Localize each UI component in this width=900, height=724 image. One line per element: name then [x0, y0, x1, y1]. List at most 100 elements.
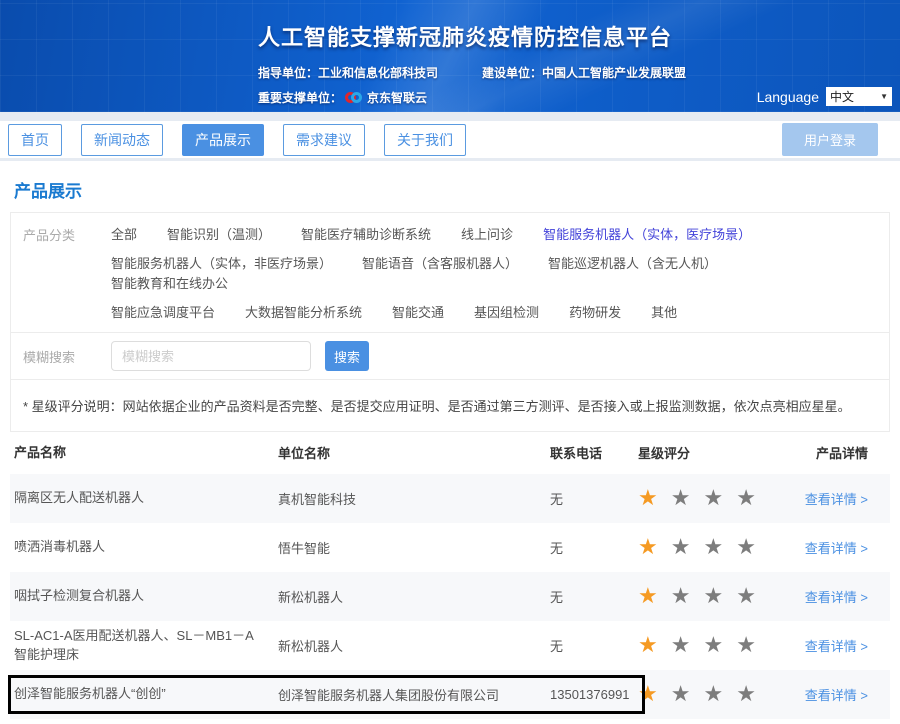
star-icon: ★ [736, 487, 756, 509]
category-option[interactable]: 基因组检测 [474, 305, 539, 320]
category-line: 智能应急调度平台 大数据智能分析系统 智能交通 基因组检测 药物研发 其他 [111, 302, 889, 322]
category-option[interactable]: 智能巡逻机器人（含无人机） [548, 256, 717, 271]
filter-panel: 产品分类 全部智能识别（温测）智能医疗辅助诊断系统线上问诊智能服务机器人（实体，… [10, 212, 890, 432]
star-icon: ★ [736, 585, 756, 607]
category-option[interactable]: 其他 [651, 305, 677, 320]
star-icon: ★ [671, 487, 691, 509]
category-option[interactable]: 智能应急调度平台 [111, 305, 215, 320]
detail-cell: 查看详情 > [790, 489, 890, 508]
top-banner: 人工智能支撑新冠肺炎疫情防控信息平台 指导单位：工业和信息化部科技司 建设单位：… [0, 0, 900, 112]
star-icon: ★ [671, 634, 691, 656]
company-name-cell: 创泽智能服务机器人集团股份有限公司 [270, 685, 532, 704]
nav-tab[interactable]: 新闻动态 [81, 124, 163, 156]
main-nav: 首页新闻动态产品展示需求建议关于我们 用户登录 [0, 121, 900, 161]
nav-tab[interactable]: 产品展示 [182, 124, 264, 156]
search-button[interactable]: 搜索 [325, 341, 369, 371]
header-phone: 联系电话 [532, 443, 630, 463]
site-title: 人工智能支撑新冠肺炎疫情防控信息平台 [258, 20, 686, 52]
nav-tabs: 首页新闻动态产品展示需求建议关于我们 [8, 124, 485, 156]
category-options: 全部 智能识别（温测） 智能医疗辅助诊断系统 线上问诊 智能服务机器人（实体，医疗场景）… [111, 221, 889, 324]
table-row: 普渡科技智能递送机器人深圳普渡科技公司13418618500★★★★查看详情 > [10, 719, 890, 724]
build-unit: 建设单位：中国人工智能产业发展联盟 [482, 64, 686, 81]
category-option[interactable]: 智能识别（温测） [167, 227, 271, 242]
view-details-link[interactable]: 查看详情 > [805, 590, 868, 605]
category-option[interactable]: 智能交通 [392, 305, 444, 320]
category-option[interactable]: 智能服务机器人（实体，医疗场景） [543, 227, 751, 242]
header-star-rating: 星级评分 [630, 443, 790, 463]
star-rating: ★★★★ [630, 585, 790, 607]
search-label: 模糊搜索 [11, 347, 111, 366]
language-select[interactable]: 中文 ▼ [826, 87, 892, 106]
phone-cell: 无 [532, 489, 630, 508]
company-name-cell: 悟牛智能 [270, 538, 532, 557]
language-value: 中文 [830, 88, 854, 105]
detail-cell: 查看详情 > [790, 636, 890, 655]
jd-cloud-logo-icon [345, 92, 362, 103]
detail-cell: 查看详情 > [790, 587, 890, 606]
header-company-name: 单位名称 [270, 443, 532, 463]
star-icon: ★ [638, 585, 658, 607]
divider [0, 112, 900, 121]
star-icon: ★ [638, 536, 658, 558]
header-product-detail: 产品详情 [790, 443, 890, 463]
phone-cell: 13501376991 [532, 687, 630, 702]
table-row: 咽拭子检测复合机器人新松机器人无★★★★查看详情 > [10, 572, 890, 621]
table-row: 隔离区无人配送机器人真机智能科技无 ★ ★ ★ ★ 查看详情 > [10, 474, 890, 523]
star-icon: ★ [703, 536, 723, 558]
category-option[interactable]: 大数据智能分析系统 [245, 305, 362, 320]
star-icon: ★ [736, 634, 756, 656]
star-rating: ★ ★ ★ ★ [630, 536, 790, 558]
table-row: SL-AC1-A医用配送机器人、SL－MB1－A智能护理床新松机器人无★★★★查… [10, 621, 890, 670]
phone-cell: 无 [532, 538, 630, 557]
category-option[interactable]: 药物研发 [569, 305, 621, 320]
nav-tab[interactable]: 首页 [8, 124, 62, 156]
search-input[interactable] [111, 341, 311, 371]
category-option[interactable]: 智能教育和在线办公 [111, 276, 228, 291]
view-details-link[interactable]: 查看详情 > [805, 639, 868, 654]
table-header: 产品名称 单位名称 联系电话 星级评分 产品详情 [10, 432, 890, 474]
header-product-name: 产品名称 [10, 443, 270, 463]
star-icon: ★ [703, 634, 723, 656]
star-icon: ★ [736, 536, 756, 558]
nav-tab[interactable]: 关于我们 [384, 124, 466, 156]
star-icon: ★ [671, 585, 691, 607]
detail-cell: 查看详情 > [790, 538, 890, 557]
star-icon: ★ [703, 487, 723, 509]
rating-note: * 星级评分说明：网站依据企业的产品资料是否完整、是否提交应用证明、是否通过第三… [11, 388, 863, 423]
star-rating: ★ ★ ★ ★ [630, 634, 790, 656]
star-icon: ★ [638, 683, 658, 705]
view-details-link[interactable]: 查看详情 > [805, 688, 868, 703]
nav-tab[interactable]: 需求建议 [283, 124, 365, 156]
product-name-cell: SL-AC1-A医用配送机器人、SL－MB1－A智能护理床 [10, 626, 270, 665]
star-icon: ★ [671, 683, 691, 705]
category-option[interactable]: 智能服务机器人（实体，非医疗场景） [111, 256, 332, 271]
table-row: 创泽智能服务机器人“创创”创泽智能服务机器人集团股份有限公司1350137699… [10, 670, 890, 719]
product-table: 隔离区无人配送机器人真机智能科技无★★★★查看详情 >喷洒消毒机器人悟牛智能无★… [10, 474, 890, 724]
table-row: 喷洒消毒机器人悟牛智能无★★★★查看详情 > [10, 523, 890, 572]
category-filter-label: 产品分类 [11, 221, 111, 324]
company-name-cell: 真机智能科技 [270, 489, 532, 508]
category-option[interactable]: 智能语音（含客服机器人） [362, 256, 518, 271]
star-rating: ★ ★ ★ ★ [630, 487, 790, 509]
phone-cell: 无 [532, 636, 630, 655]
category-option[interactable]: 线上问诊 [461, 227, 513, 242]
star-icon: ★ [638, 487, 658, 509]
category-option[interactable]: 全部 [111, 227, 137, 242]
phone-cell: 无 [532, 587, 630, 606]
user-login-button[interactable]: 用户登录 [782, 123, 878, 156]
star-icon: ★ [638, 634, 658, 656]
dropdown-arrow-icon: ▼ [880, 92, 888, 101]
category-option[interactable]: 智能医疗辅助诊断系统 [301, 227, 431, 242]
view-details-link[interactable]: 查看详情 > [805, 541, 868, 556]
support-unit-name: 京东智联云 [367, 89, 427, 106]
star-icon: ★ [736, 683, 756, 705]
view-details-link[interactable]: 查看详情 > [805, 492, 868, 507]
guide-unit: 指导单位：工业和信息化部科技司 [258, 64, 438, 81]
support-unit-label: 重要支撑单位： [258, 89, 342, 106]
detail-cell: 查看详情 > [790, 685, 890, 704]
product-name-cell: 咽拭子检测复合机器人 [10, 586, 270, 606]
star-icon: ★ [671, 536, 691, 558]
star-icon: ★ [703, 683, 723, 705]
product-name-cell: 隔离区无人配送机器人 [10, 488, 270, 508]
star-rating: ★ ★ ★ ★ [630, 683, 790, 705]
